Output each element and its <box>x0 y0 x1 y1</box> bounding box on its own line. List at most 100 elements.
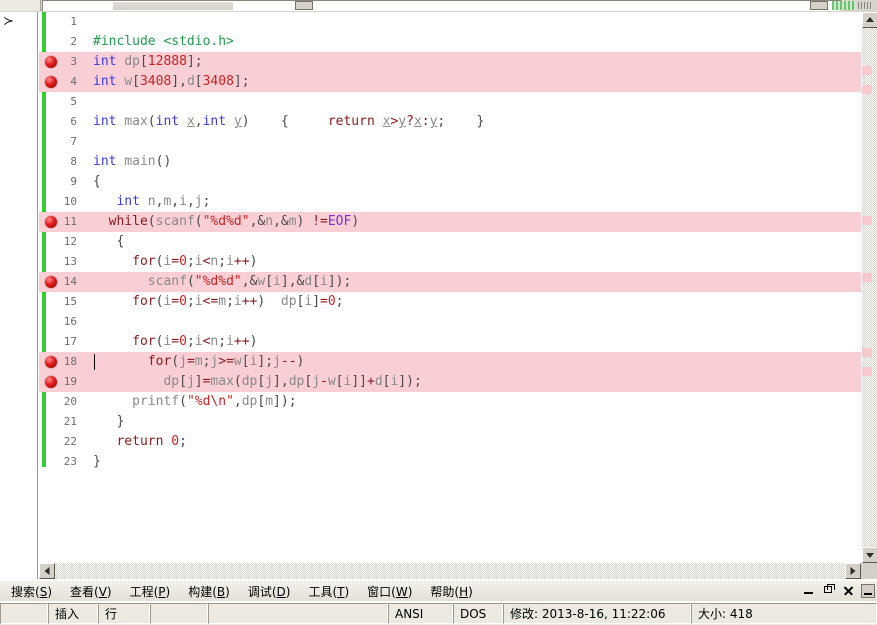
code-line[interactable]: 22 return 0; <box>39 432 861 452</box>
code-token: ; <box>218 334 227 349</box>
minimize-button[interactable] <box>801 583 816 598</box>
status-encoding[interactable]: ANSI <box>388 603 453 624</box>
code-token: j <box>312 374 321 389</box>
status-insert-mode[interactable]: 插入 <box>48 603 98 624</box>
line-code[interactable]: for(j=m;j>=w[i];j--) <box>83 352 305 372</box>
line-code[interactable]: printf("%d\n",dp[m]); <box>83 392 296 412</box>
code-line[interactable]: 11 while(scanf("%d%d",&n,&m) !=EOF) <box>39 212 861 232</box>
code-token: <= <box>202 294 219 309</box>
code-line[interactable]: 3 int dp[12888]; <box>39 52 861 72</box>
breakpoint-marker[interactable] <box>45 56 57 68</box>
code-token: ( <box>147 114 156 129</box>
code-line[interactable]: 19 dp[j]=max(dp[j],dp[j-w[i]]+d[i]); <box>39 372 861 392</box>
menu-tools[interactable]: 工具(T) <box>299 582 358 602</box>
code-line[interactable]: 5 <box>39 92 861 112</box>
line-code[interactable]: } <box>83 412 124 432</box>
code-line[interactable]: 10 int n,m,i,j; <box>39 192 861 212</box>
code-line[interactable]: 20 printf("%d\n",dp[m]); <box>39 392 861 412</box>
code-token: i <box>194 334 203 349</box>
left-dock-panel[interactable]: ≻ <box>0 12 38 579</box>
window-controls[interactable] <box>801 583 875 598</box>
menu-project[interactable]: 工程(P) <box>121 582 180 602</box>
line-code[interactable]: int main() <box>83 152 171 172</box>
line-code[interactable]: int max(int x,int y) { return x>y?x:y; } <box>83 112 484 132</box>
scroll-left-button[interactable] <box>39 563 55 579</box>
code-token: = <box>320 294 328 309</box>
code-line[interactable]: 7 <box>39 132 861 152</box>
code-token: { <box>93 234 125 249</box>
line-code[interactable]: while(scanf("%d%d",&n,&m) !=EOF) <box>83 212 360 232</box>
code-line[interactable]: 18 for(j=m;j>=w[i];j--) <box>39 352 861 372</box>
code-line[interactable]: 6 int max(int x,int y) { return x>y?x:y; … <box>39 112 861 132</box>
code-line[interactable]: 4 int w[3408],d[3408]; <box>39 72 861 92</box>
code-token: = <box>186 354 195 369</box>
line-code[interactable]: dp[j]=max(dp[j],dp[j-w[i]]+d[i]); <box>83 372 421 392</box>
code-line[interactable]: 13 for(i=0;i<n;i++) <box>39 252 861 272</box>
code-line[interactable]: 1 <box>39 12 861 32</box>
code-token: scanf <box>155 214 195 229</box>
code-token: ( <box>171 354 180 369</box>
menu-debug[interactable]: 调试(D) <box>239 582 300 602</box>
status-line-ending[interactable]: DOS <box>453 603 503 624</box>
line-code[interactable]: #include <stdio.h> <box>83 32 234 52</box>
code-editor[interactable]: 1 2 #include <stdio.h> 3 int dp[12888]; 4 int … <box>39 12 861 563</box>
breakpoint-marker[interactable] <box>45 356 57 368</box>
line-code[interactable]: return 0; <box>83 432 186 452</box>
scroll-down-button[interactable] <box>862 547 877 563</box>
line-code[interactable]: scanf("%d%d",&w[i],&d[i]); <box>83 272 352 292</box>
scroll-up-button[interactable] <box>862 12 877 28</box>
line-code[interactable]: for(i=0;i<n;i++) <box>83 332 257 352</box>
code-line[interactable]: 2 #include <stdio.h> <box>39 32 861 52</box>
line-code[interactable]: for(i=0;i<=m;i++) dp[i]=0; <box>83 292 343 312</box>
status-line-label[interactable]: 行 <box>98 603 150 624</box>
tab-strip-button-2[interactable] <box>810 1 828 10</box>
line-code[interactable]: int n,m,i,j; <box>83 192 210 212</box>
vertical-scrollbar[interactable] <box>861 12 877 563</box>
code-line[interactable]: 8 int main() <box>39 152 861 172</box>
code-token: ( <box>147 214 156 229</box>
top-toolbar-strip <box>0 0 877 12</box>
code-line[interactable]: 14 scanf("%d%d",&w[i],&d[i]); <box>39 272 861 292</box>
code-line[interactable]: 21 } <box>39 412 861 432</box>
code-line[interactable]: 15 for(i=0;i<=m;i++) dp[i]=0; <box>39 292 861 312</box>
code-token: ) <box>351 214 360 229</box>
chevron-right-icon[interactable]: ≻ <box>3 15 17 29</box>
code-token: ], <box>171 74 187 89</box>
breakpoint-marker[interactable] <box>45 216 57 228</box>
line-code[interactable]: } <box>83 452 101 472</box>
menu-search[interactable]: 搜索(S) <box>2 582 61 602</box>
breakpoint-marker[interactable] <box>45 276 57 288</box>
document-tab-strip[interactable] <box>42 0 842 11</box>
line-code[interactable]: { <box>83 172 101 192</box>
code-token: i <box>194 294 203 309</box>
restore-button[interactable] <box>821 583 836 598</box>
code-line[interactable]: 12 { <box>39 232 861 252</box>
code-token: dp <box>280 294 297 309</box>
breakpoint-marker[interactable] <box>45 376 57 388</box>
menu-help[interactable]: 帮助(H) <box>421 582 481 602</box>
panel-toggle-button[interactable] <box>861 583 875 598</box>
menu-view[interactable]: 查看(V) <box>61 582 121 602</box>
code-line[interactable]: 16 <box>39 312 861 332</box>
line-code[interactable]: int dp[12888]; <box>83 52 203 72</box>
line-code[interactable]: { <box>83 232 124 252</box>
tab-strip-button-1[interactable] <box>295 1 313 10</box>
line-code[interactable]: int w[3408],d[3408]; <box>83 72 250 92</box>
code-line[interactable]: 9{ <box>39 172 861 192</box>
triangle-up-icon <box>866 17 874 22</box>
menu-build[interactable]: 构建(B) <box>179 582 239 602</box>
breakpoint-marker[interactable] <box>45 76 57 88</box>
code-lines[interactable]: 1 2 #include <stdio.h> 3 int dp[12888]; 4 int … <box>39 12 861 472</box>
scroll-right-button[interactable] <box>845 563 861 579</box>
horizontal-scrollbar[interactable] <box>39 563 877 579</box>
code-token: } <box>93 414 125 429</box>
code-line[interactable]: 23} <box>39 452 861 472</box>
menu-items[interactable]: 搜索(S) 查看(V) 工程(P) 构建(B) 调试(D) 工具(T) 窗口(W) 帮助(H) <box>2 581 482 602</box>
line-code[interactable]: for(i=0;i<n;i++) <box>83 252 257 272</box>
menu-window[interactable]: 窗口(W) <box>358 582 421 602</box>
code-line[interactable]: 17 for(i=0;i<n;i++) <box>39 332 861 352</box>
close-button[interactable] <box>841 583 856 598</box>
